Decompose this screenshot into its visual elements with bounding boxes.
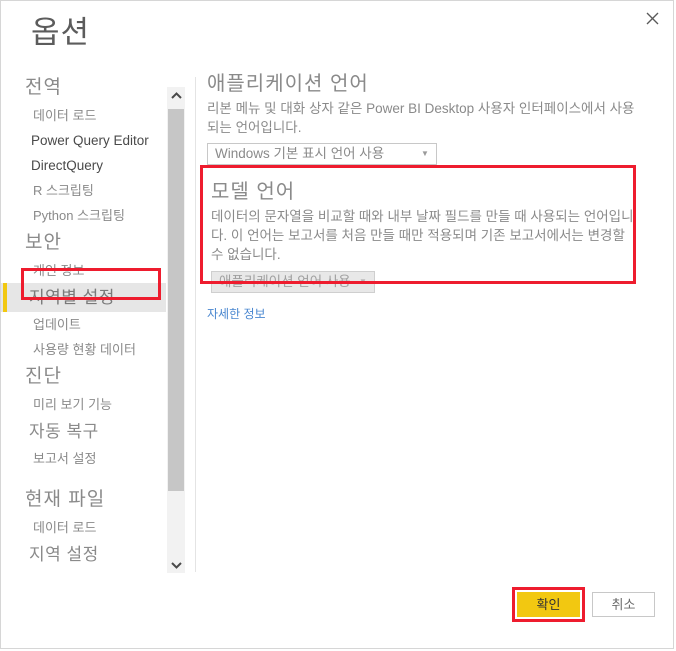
chevron-up-icon <box>170 87 182 105</box>
sidebar-item-usage-data[interactable]: 사용량 현황 데이터 <box>1 337 166 362</box>
scrollbar-thumb[interactable] <box>168 109 184 491</box>
sidebar-item-directquery[interactable]: DirectQuery <box>1 153 166 178</box>
ok-button[interactable]: 확인 <box>517 592 580 617</box>
page-title: 옵션 <box>31 15 91 50</box>
sidebar-item-report-settings[interactable]: 보고서 설정 <box>1 446 166 471</box>
sidebar-item-auto-recovery-global[interactable]: 자동 복구 <box>1 417 166 446</box>
model-language-title: 모델 언어 <box>211 181 296 203</box>
dialog-footer: 확인 취소 <box>1 570 673 648</box>
application-language-value: Windows 기본 표시 언어 사용 <box>215 146 385 161</box>
sidebar-group-global: 전역 데이터 로드 Power Query Editor DirectQuery… <box>1 73 166 228</box>
panel-divider <box>195 77 196 572</box>
sidebar-group-header: 전역 <box>25 77 62 98</box>
sidebar-group-current-file: 현재 파일 데이터 로드 지역 설정 개인 정보 자동 복구 <box>1 485 166 573</box>
sidebar: 전역 데이터 로드 Power Query Editor DirectQuery… <box>1 73 166 573</box>
application-language-section: 애플리케이션 언어 리본 메뉴 및 대화 상자 같은 Power BI Desk… <box>207 71 647 165</box>
options-dialog: 옵션 전역 데이터 로드 Power Query Editor DirectQu… <box>0 0 674 649</box>
sidebar-item-r-scripting[interactable]: R 스크립팅 <box>1 178 166 203</box>
close-icon <box>646 12 659 25</box>
dialog-titlebar: 옵션 <box>1 1 673 63</box>
sidebar-item-python-scripting[interactable]: Python 스크립팅 <box>1 203 166 228</box>
model-language-value: 애플리케이션 언어 사용 <box>219 274 351 289</box>
chevron-down-icon: ▼ <box>359 277 367 286</box>
sidebar-item-regional-settings[interactable]: 지역별 설정 <box>1 283 166 312</box>
learn-more-link[interactable]: 자세한 정보 <box>207 306 266 322</box>
sidebar-scrollbar[interactable] <box>167 87 185 573</box>
sidebar-group-diagnostics: 진단 미리 보기 기능 자동 복구 보고서 설정 <box>1 362 166 471</box>
application-language-title: 애플리케이션 언어 <box>207 73 369 95</box>
model-language-section: 모델 언어 데이터의 문자열을 비교할 때와 내부 날짜 필드를 만들 때 사용… <box>207 175 647 297</box>
sidebar-item-preview-features[interactable]: 미리 보기 기능 <box>1 392 166 417</box>
sidebar-item-data-load-current[interactable]: 데이터 로드 <box>1 515 166 540</box>
chevron-down-icon: ▼ <box>421 149 429 158</box>
model-language-dropdown[interactable]: 애플리케이션 언어 사용 ▼ <box>211 271 375 293</box>
application-language-description: 리본 메뉴 및 대화 상자 같은 Power BI Desktop 사용자 인터… <box>207 101 635 135</box>
scroll-up-button[interactable] <box>167 87 185 104</box>
sidebar-item-power-query-editor[interactable]: Power Query Editor <box>1 128 166 153</box>
cancel-button[interactable]: 취소 <box>592 592 655 617</box>
sidebar-group-security: 보안 개인 정보 지역별 설정 업데이트 사용량 현황 데이터 <box>1 228 166 362</box>
main-content: 애플리케이션 언어 리본 메뉴 및 대화 상자 같은 Power BI Desk… <box>207 71 647 323</box>
close-button[interactable] <box>635 3 669 33</box>
sidebar-group-header: 현재 파일 <box>25 489 106 510</box>
sidebar-item-updates[interactable]: 업데이트 <box>1 312 166 337</box>
sidebar-item-data-load-global[interactable]: 데이터 로드 <box>1 103 166 128</box>
sidebar-group-header: 진단 <box>25 366 62 387</box>
sidebar-item-regional-settings-current[interactable]: 지역 설정 <box>1 540 166 569</box>
model-language-description: 데이터의 문자열을 비교할 때와 내부 날짜 필드를 만들 때 사용되는 언어입… <box>211 209 634 262</box>
sidebar-group-header: 보안 <box>25 232 62 253</box>
sidebar-item-privacy-global[interactable]: 개인 정보 <box>1 258 166 283</box>
application-language-dropdown[interactable]: Windows 기본 표시 언어 사용 ▼ <box>207 143 437 165</box>
